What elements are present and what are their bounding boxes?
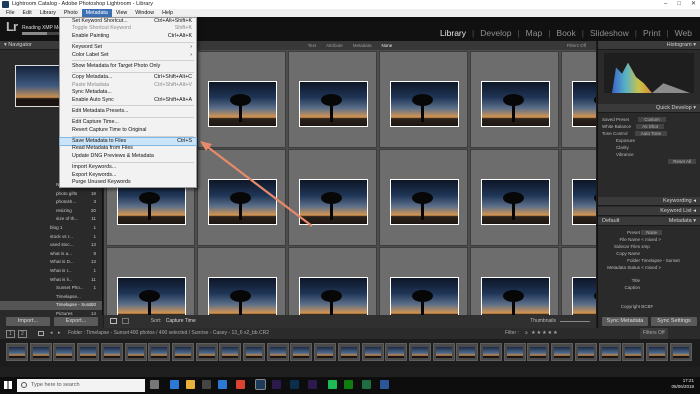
arrow-line <box>204 144 313 227</box>
annotation-arrow <box>200 141 313 227</box>
